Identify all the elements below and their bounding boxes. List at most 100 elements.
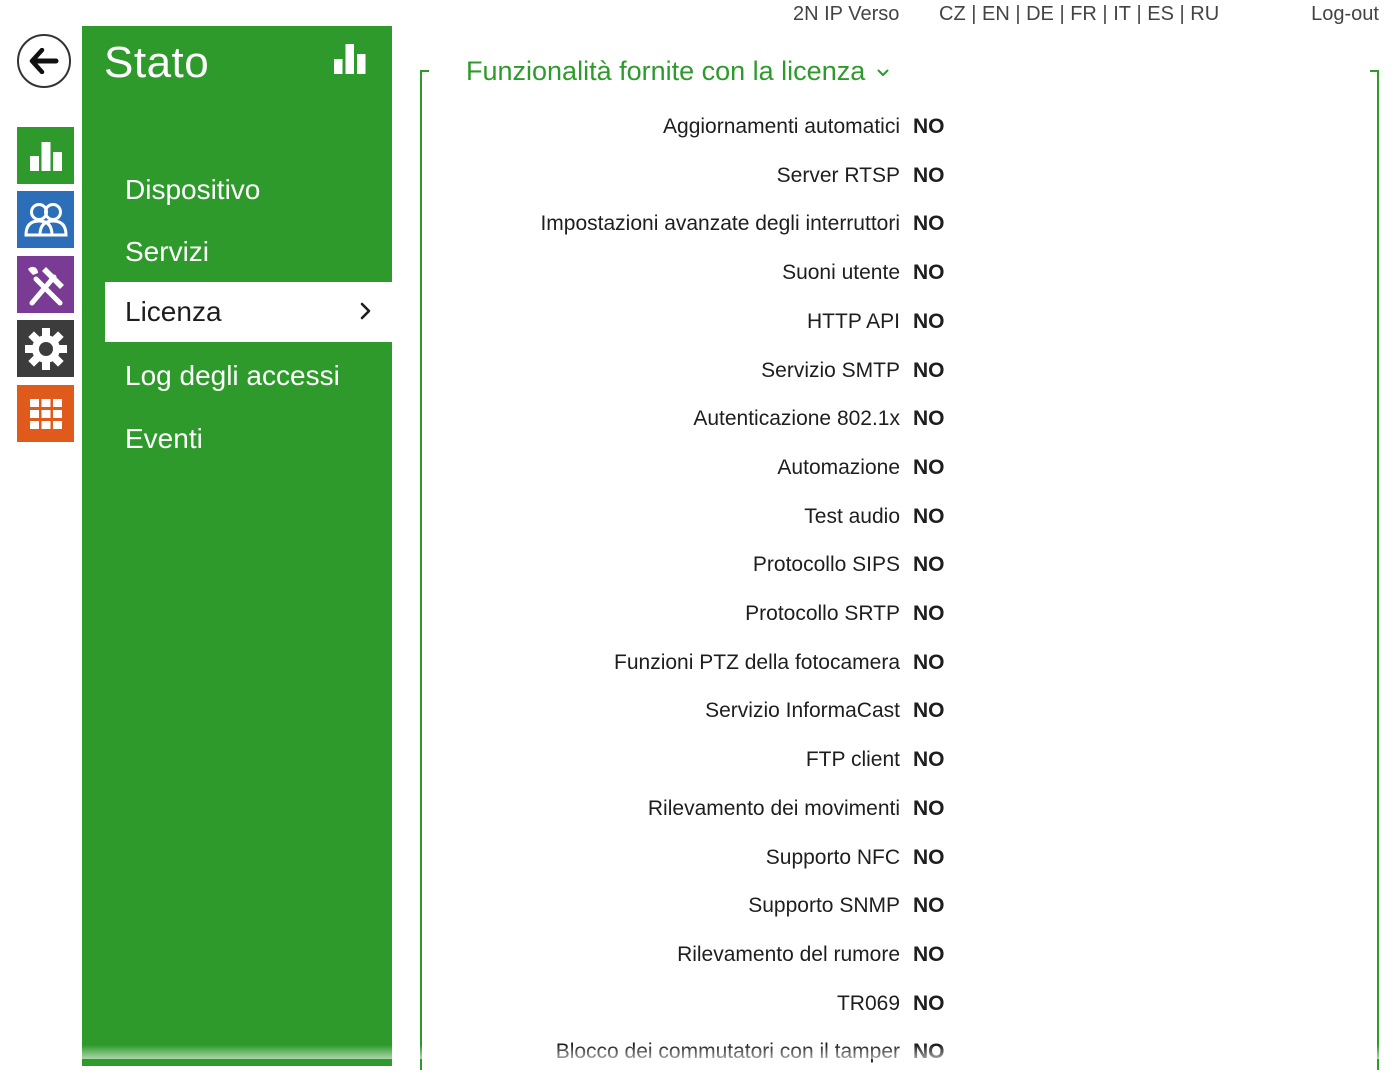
feature-label: Protocollo SIPS [752,553,900,577]
feature-row: Aggiornamenti automatici NO [420,103,980,151]
feature-value: NO [913,991,945,1015]
lang-separator: | [1009,3,1027,25]
lang-separator: | [1130,3,1148,25]
feature-value: NO [913,163,945,187]
feature-value: NO [913,212,945,236]
bar-chart-icon [334,44,366,79]
feature-row: Suoni utente NO [420,249,980,297]
feature-row: Supporto SNMP NO [420,882,980,930]
sidebar-item-label: Eventi [125,423,203,454]
feature-value: NO [913,309,945,333]
feature-value: NO [913,699,945,723]
feature-row: Funzioni PTZ della fotocamera NO [420,639,980,687]
lang-separator: | [965,3,982,25]
feature-value: NO [913,650,945,674]
tools-icon [27,266,64,305]
sidebar-item-label: Log degli accessi [125,360,340,391]
feature-row: Rilevamento del rumore NO [420,931,980,979]
feature-row: Impostazioni avanzate degli interruttori… [420,200,980,248]
sidebar: Stato Dispositivo Servizi Licenza Log de… [82,26,392,1066]
feature-label: Aggiornamenti automatici [663,115,900,138]
feature-value: NO [913,748,945,772]
feature-value: NO [913,407,945,431]
device-name: 2N IP Verso [793,3,900,25]
feature-value: NO [913,942,945,966]
sidebar-item-log-accessi[interactable]: Log degli accessi [105,346,392,406]
lang-es[interactable]: ES [1147,3,1174,26]
feature-value: NO [913,455,945,479]
rail-tools-button[interactable] [17,256,74,313]
feature-label: Impostazioni avanzate degli interruttori [540,212,900,236]
users-icon [23,202,68,236]
feature-label: Automazione [777,455,900,479]
arrow-left-icon [29,48,59,74]
feature-label: Rilevamento dei movimenti [647,796,900,820]
feature-value: NO [913,845,945,869]
section-title: Funzionalità fornite con la licenza [466,56,866,86]
sidebar-item-eventi[interactable]: Eventi [105,409,392,469]
sidebar-title: Stato [104,38,210,87]
feature-value: NO [913,894,945,918]
lang-separator: | [1173,3,1191,25]
sidebar-item-licenza[interactable]: Licenza [105,282,392,342]
language-selector: CZ | EN | DE | FR | IT | ES | RU [939,3,1219,26]
feature-value: NO [913,115,945,138]
feature-row: HTTP API NO [420,298,980,346]
chevron-down-icon [877,69,889,76]
feature-value: NO [913,358,945,382]
feature-row: Servizio SMTP NO [420,347,980,395]
feature-label: Protocollo SRTP [745,602,900,625]
section-header-licenza[interactable]: Funzionalità fornite con la licenza [466,56,889,87]
lang-cz[interactable]: CZ [939,3,966,26]
feature-row: Automazione NO [420,444,980,492]
feature-value: NO [913,796,945,820]
feature-row: Blocco dei commutatori con il tamper NO [420,1028,980,1076]
lang-en[interactable]: EN [982,3,1010,26]
feature-value: NO [913,504,945,528]
feature-label: TR069 [836,991,900,1015]
gear-icon [24,327,67,370]
sidebar-item-dispositivo[interactable]: Dispositivo [105,160,392,220]
sidebar-item-label: Dispositivo [125,174,261,205]
logout-link[interactable]: Log-out [1311,3,1379,26]
feature-label: Supporto SNMP [748,894,900,918]
feature-label: Supporto NFC [765,845,900,869]
feature-label: Servizio InformaCast [705,699,900,723]
feature-row: FTP client NO [420,736,980,784]
feature-label: Blocco dei commutatori con il tamper [555,1040,900,1064]
bar-chart-icon [29,141,62,171]
panel-border-right [1370,70,1379,1070]
feature-value: NO [913,1040,945,1064]
feature-label: Servizio SMTP [761,358,900,382]
lang-fr[interactable]: FR [1070,3,1097,26]
feature-label: Autenticazione 802.1x [693,407,900,431]
back-button[interactable] [17,34,71,88]
feature-row: Server RTSP NO [420,152,980,200]
chevron-right-icon [360,302,371,320]
rail-settings-button[interactable] [17,320,74,377]
feature-label: Server RTSP [776,163,900,187]
feature-value: NO [913,553,945,577]
feature-label: Test audio [804,504,900,528]
lang-de[interactable]: DE [1026,3,1054,26]
feature-row: Protocollo SIPS NO [420,541,980,589]
lang-it[interactable]: IT [1113,3,1131,26]
feature-row: Supporto NFC NO [420,834,980,882]
rail-users-button[interactable] [17,191,74,248]
lang-ru[interactable]: RU [1190,3,1219,26]
lang-separator: | [1053,3,1071,25]
feature-label: Suoni utente [782,261,900,285]
sidebar-item-label: Servizi [125,236,210,267]
feature-row: TR069 NO [420,980,980,1028]
sidebar-item-label: Licenza [125,296,222,327]
feature-label: HTTP API [807,309,900,333]
feature-row: Rilevamento dei movimenti NO [420,785,980,833]
feature-label: Rilevamento del rumore [677,942,900,966]
feature-row: Servizio InformaCast NO [420,687,980,735]
sidebar-item-servizi[interactable]: Servizi [105,222,392,282]
rail-apps-button[interactable] [17,385,74,442]
feature-label: FTP client [805,748,900,772]
grid-icon [29,398,62,429]
feature-row: Test audio NO [420,493,980,541]
rail-status-button[interactable] [17,127,74,184]
